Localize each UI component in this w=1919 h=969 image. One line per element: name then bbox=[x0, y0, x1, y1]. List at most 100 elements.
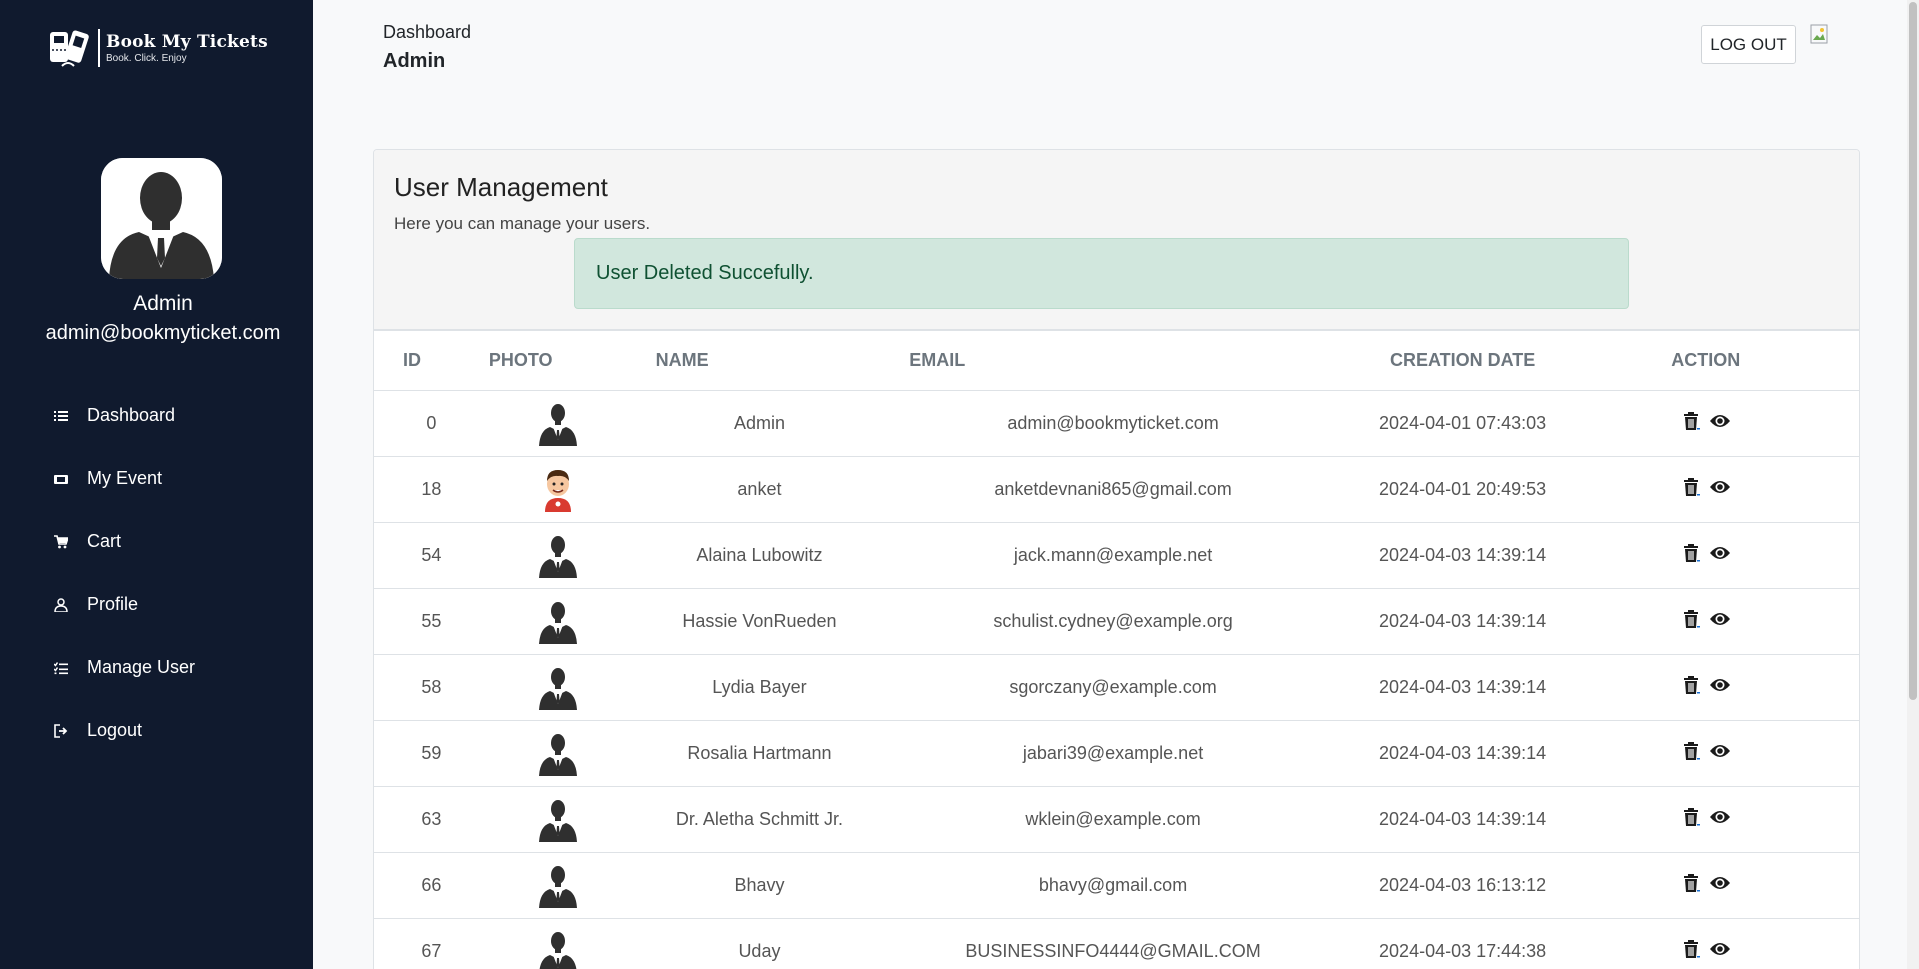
cell-creation-date: 2024-04-03 14:39:14 bbox=[1342, 522, 1583, 589]
card-subtitle: Here you can manage your users. bbox=[394, 214, 651, 233]
cell-photo bbox=[488, 786, 636, 853]
cell-creation-date: 2024-04-03 17:44:38 bbox=[1342, 918, 1583, 969]
user-avatar bbox=[537, 800, 579, 842]
list-icon bbox=[54, 409, 87, 423]
column-header-name: NAME bbox=[635, 331, 884, 391]
cell-email: jabari39@example.net bbox=[883, 720, 1343, 787]
user-avatar bbox=[537, 932, 579, 969]
brand-tagline: Book. Click. Enjoy bbox=[106, 53, 187, 64]
sidebar-nav: Dashboard My Event Cart Profile Manage U… bbox=[54, 384, 304, 762]
cell-creation-date: 2024-04-01 20:49:53 bbox=[1342, 456, 1583, 523]
eye-icon[interactable] bbox=[1709, 545, 1731, 561]
eye-icon[interactable] bbox=[1709, 677, 1731, 693]
user-management-card: User Management Here you can manage your… bbox=[373, 149, 1860, 969]
cell-photo bbox=[488, 654, 636, 721]
user-avatar bbox=[537, 470, 579, 512]
eye-icon[interactable] bbox=[1709, 743, 1731, 759]
breadcrumb: Dashboard bbox=[383, 22, 472, 42]
cell-creation-date: 2024-04-03 14:39:14 bbox=[1342, 588, 1583, 655]
trash-icon[interactable] bbox=[1681, 939, 1701, 959]
cell-email: schulist.cydney@example.org bbox=[883, 588, 1343, 655]
cell-action bbox=[1582, 918, 1859, 969]
cell-email: bhavy@gmail.com bbox=[883, 852, 1343, 919]
cell-email: jack.mann@example.net bbox=[883, 522, 1343, 589]
logo-divider bbox=[98, 29, 100, 67]
cell-photo bbox=[488, 390, 636, 457]
cell-id: 66 bbox=[374, 852, 489, 919]
cell-id: 55 bbox=[374, 588, 489, 655]
checklist-icon bbox=[54, 661, 87, 675]
cell-email: wklein@example.com bbox=[883, 786, 1343, 853]
cell-name: Hassie VonRueden bbox=[635, 588, 884, 655]
cell-email: BUSINESSINFO4444@GMAIL.COM bbox=[883, 918, 1343, 969]
sidebar-item-my-event[interactable]: My Event bbox=[54, 447, 304, 510]
trash-icon[interactable] bbox=[1681, 675, 1701, 695]
cell-photo bbox=[488, 588, 636, 655]
user-icon bbox=[54, 597, 87, 612]
page-scrollbar[interactable] bbox=[1907, 0, 1919, 969]
cell-creation-date: 2024-04-03 14:39:14 bbox=[1342, 654, 1583, 721]
sidebar-item-manage-user[interactable]: Manage User bbox=[54, 636, 304, 699]
scrollbar-thumb[interactable] bbox=[1909, 2, 1917, 700]
trash-icon[interactable] bbox=[1681, 807, 1701, 827]
cell-action bbox=[1582, 720, 1859, 787]
trash-icon[interactable] bbox=[1681, 411, 1701, 431]
profile-email: admin@bookmyticket.com bbox=[45, 322, 281, 344]
broken-image-icon[interactable] bbox=[1810, 24, 1848, 62]
cell-name: Lydia Bayer bbox=[635, 654, 884, 721]
cell-id: 54 bbox=[374, 522, 489, 589]
logout-button[interactable]: LOG OUT bbox=[1701, 25, 1796, 64]
table-row: 66 Bhavy bhavy@gmail.com 2024-04-03 16:13:1… bbox=[374, 852, 1859, 919]
sidebar-item-label: Cart bbox=[87, 531, 122, 551]
eye-icon[interactable] bbox=[1709, 875, 1731, 891]
column-header-id: ID bbox=[374, 331, 489, 391]
cell-id: 18 bbox=[374, 456, 489, 523]
sidebar-item-label: My Event bbox=[87, 468, 163, 488]
eye-icon[interactable] bbox=[1709, 611, 1731, 627]
profile-name: Admin bbox=[133, 292, 193, 315]
eye-icon[interactable] bbox=[1709, 413, 1731, 429]
trash-icon[interactable] bbox=[1681, 477, 1701, 497]
eye-icon[interactable] bbox=[1709, 809, 1731, 825]
trash-icon[interactable] bbox=[1681, 543, 1701, 563]
eye-icon[interactable] bbox=[1709, 941, 1731, 957]
cell-creation-date: 2024-04-03 14:39:14 bbox=[1342, 786, 1583, 853]
column-header-creation-date: CREATION DATE bbox=[1342, 331, 1583, 391]
cell-id: 59 bbox=[374, 720, 489, 787]
sidebar-item-label: Dashboard bbox=[87, 405, 176, 425]
trash-icon[interactable] bbox=[1681, 741, 1701, 761]
success-alert: User Deleted Succefully. bbox=[574, 238, 1629, 309]
cell-action bbox=[1582, 786, 1859, 853]
user-avatar bbox=[537, 602, 579, 644]
cell-name: anket bbox=[635, 456, 884, 523]
column-header-email: EMAIL bbox=[883, 331, 1343, 391]
trash-icon[interactable] bbox=[1681, 609, 1701, 629]
sidebar-item-label: Logout bbox=[87, 720, 143, 740]
sidebar-item-cart[interactable]: Cart bbox=[54, 510, 304, 573]
table-row: 67 Uday BUSINESSINFO4444@GMAIL.COM 2024-04-… bbox=[374, 918, 1859, 969]
table-row: 54 Alaina Lubowitz jack.mann@example.net 20… bbox=[374, 522, 1859, 589]
cell-email: sgorczany@example.com bbox=[883, 654, 1343, 721]
brand-logo[interactable]: Book My Tickets Book. Click. Enjoy bbox=[48, 26, 268, 70]
cell-name: Admin bbox=[635, 390, 884, 457]
user-avatar bbox=[537, 734, 579, 776]
trash-icon[interactable] bbox=[1681, 873, 1701, 893]
ticket-logo-icon bbox=[48, 26, 94, 70]
ticket-icon bbox=[54, 472, 87, 486]
cell-name: Uday bbox=[635, 918, 884, 969]
cell-photo bbox=[488, 456, 636, 523]
cell-action bbox=[1582, 654, 1859, 721]
sidebar-item-logout[interactable]: Logout bbox=[54, 699, 304, 762]
eye-icon[interactable] bbox=[1709, 479, 1731, 495]
user-avatar bbox=[537, 668, 579, 710]
cell-creation-date: 2024-04-01 07:43:03 bbox=[1342, 390, 1583, 457]
cell-name: Rosalia Hartmann bbox=[635, 720, 884, 787]
cell-id: 0 bbox=[374, 390, 489, 457]
table-row: 0 Admin admin@bookmyticket.com 2024-04-01 0… bbox=[374, 390, 1859, 457]
cell-action bbox=[1582, 852, 1859, 919]
cell-name: Dr. Aletha Schmitt Jr. bbox=[635, 786, 884, 853]
sidebar-item-dashboard[interactable]: Dashboard bbox=[54, 384, 304, 447]
cell-action bbox=[1582, 588, 1859, 655]
table-row: 59 Rosalia Hartmann jabari39@example.net 20… bbox=[374, 720, 1859, 787]
sidebar-item-profile[interactable]: Profile bbox=[54, 573, 304, 636]
